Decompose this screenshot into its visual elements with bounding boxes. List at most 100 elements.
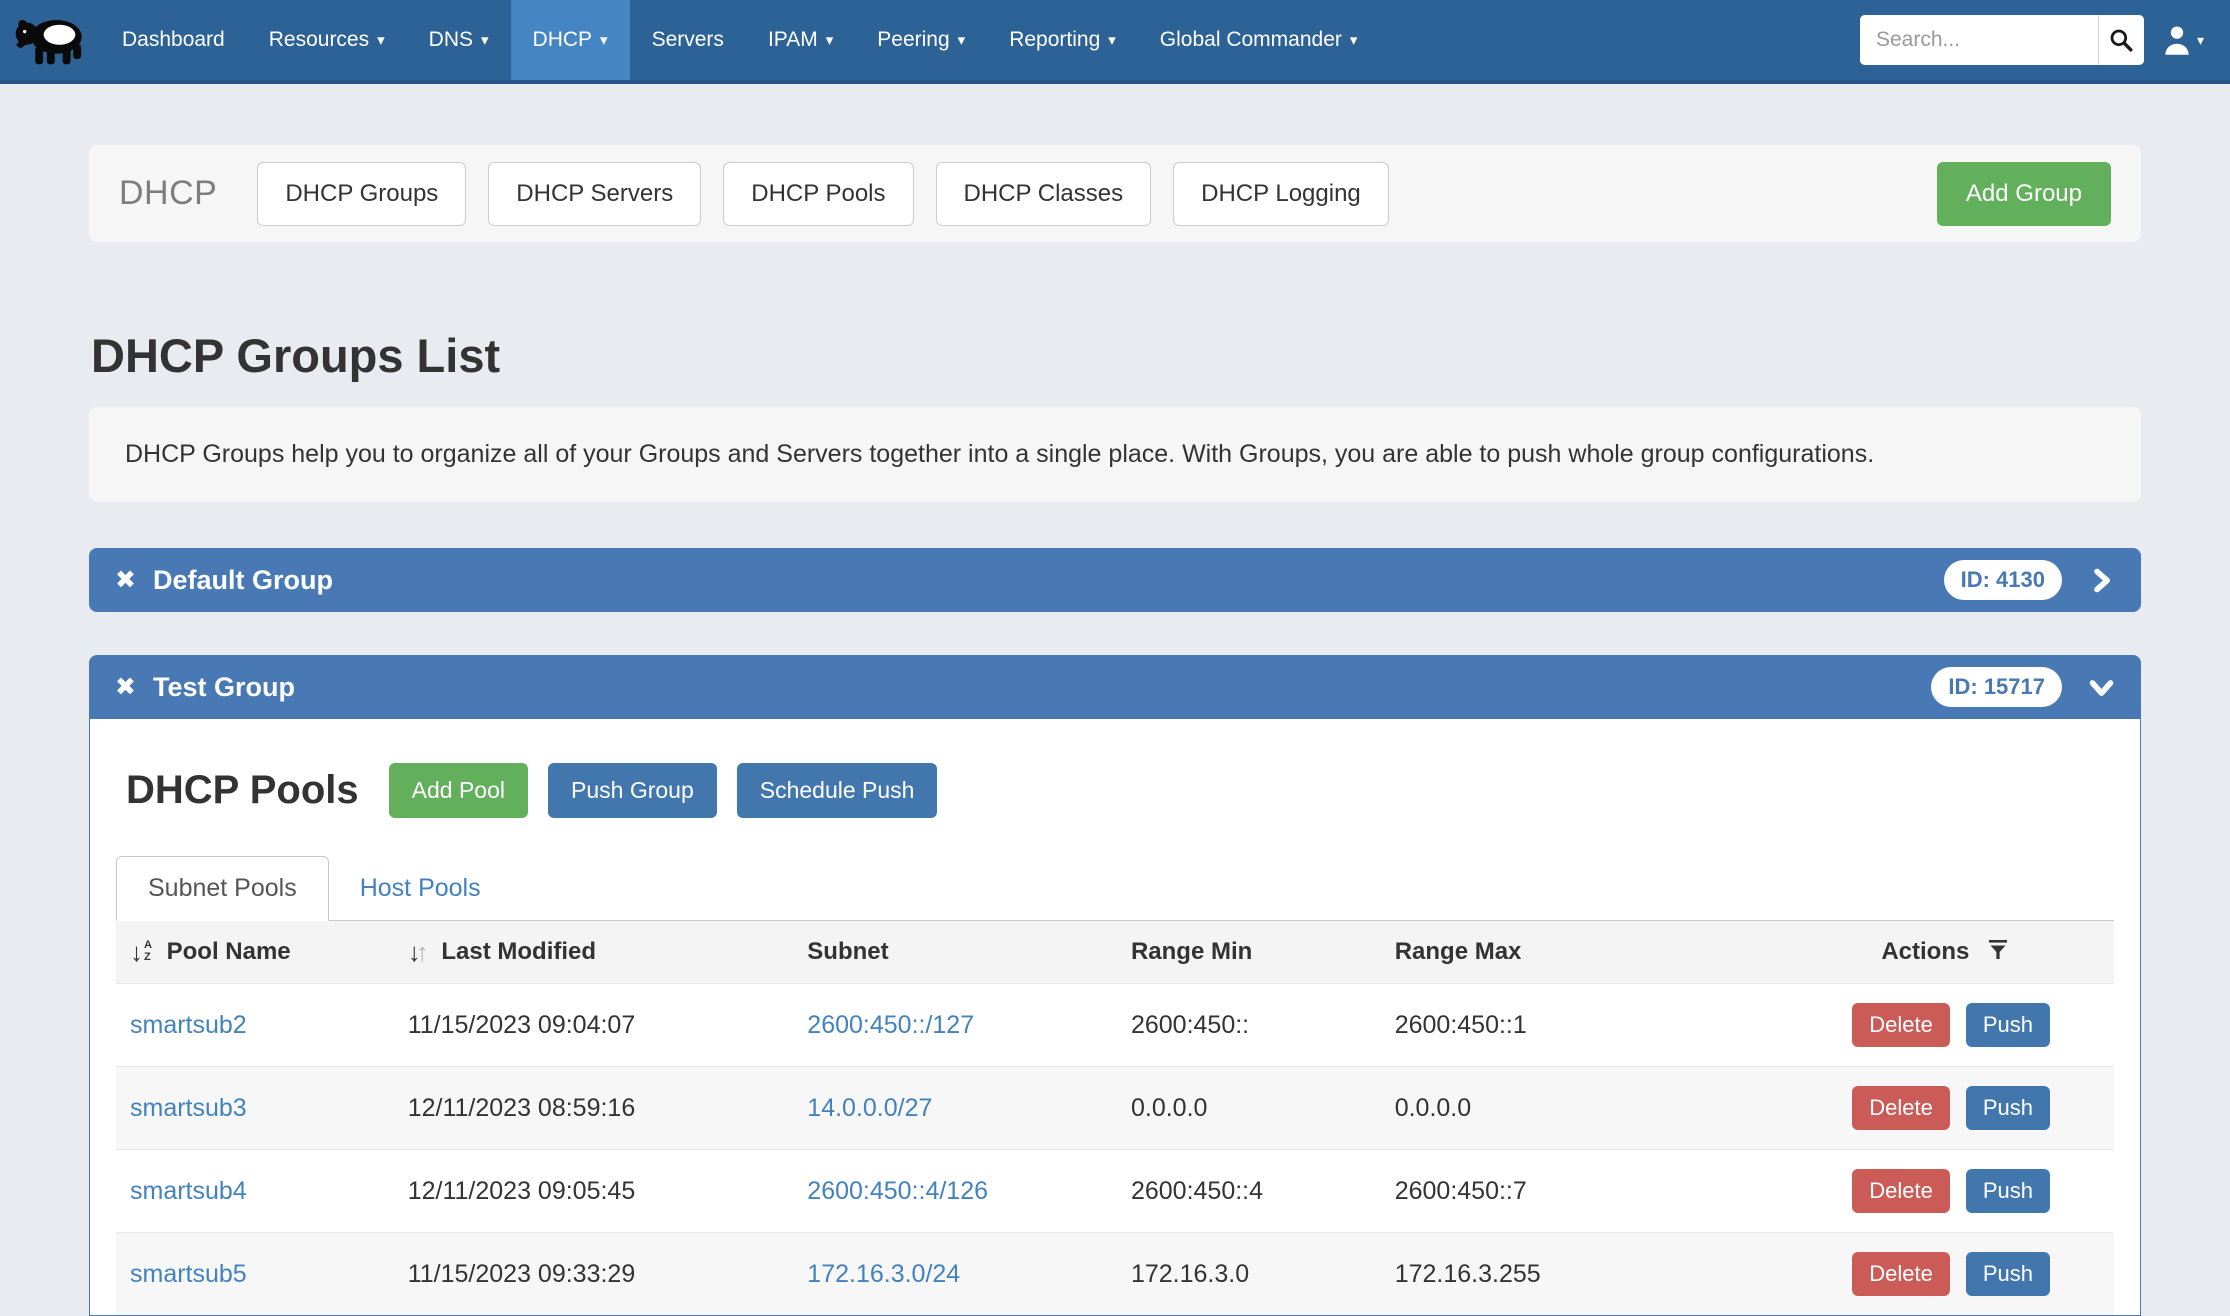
dhcp-subnav: DHCP DHCP GroupsDHCP ServersDHCP PoolsDH… (89, 145, 2141, 242)
expand-group-control[interactable] (2088, 567, 2115, 594)
nav-item-servers[interactable]: Servers (630, 0, 746, 80)
delete-button[interactable]: Delete (1852, 1086, 1950, 1130)
delete-button[interactable]: Delete (1852, 1252, 1950, 1296)
user-menu[interactable]: ▾ (2162, 24, 2204, 56)
nav-item-label: Peering (877, 28, 949, 52)
pools-tabs: Subnet Pools Host Pools (116, 856, 2114, 921)
chevron-down-icon (2088, 674, 2115, 701)
col-last-modified[interactable]: ↓↑ Last Modified (408, 921, 808, 984)
range-max-cell: 2600:450::1 (1395, 984, 1723, 1067)
nav-item-dashboard[interactable]: Dashboard (100, 0, 247, 80)
col-actions: Actions (1722, 921, 2114, 984)
search-input[interactable] (1860, 15, 2098, 65)
push-button[interactable]: Push (1966, 1003, 2050, 1047)
tab-host-pools[interactable]: Host Pools (329, 857, 512, 920)
subnet-link[interactable]: 2600:450::4/126 (807, 1177, 988, 1205)
chevron-down-icon: ▾ (600, 31, 608, 49)
subnav-button-dhcp-logging[interactable]: DHCP Logging (1173, 162, 1389, 226)
nav-item-label: Dashboard (122, 28, 225, 52)
range-max-cell: 2600:450::7 (1395, 1150, 1723, 1233)
subnet-link[interactable]: 14.0.0.0/27 (807, 1094, 932, 1122)
col-label: Pool Name (167, 938, 291, 965)
nav-item-dhcp[interactable]: DHCP ▾ (511, 0, 630, 80)
actions-cell: Delete Push (1722, 984, 2114, 1067)
nav-item-label: IPAM (768, 28, 818, 52)
nav-item-peering[interactable]: Peering ▾ (855, 0, 987, 80)
page-title: DHCP Groups List (91, 328, 2141, 383)
delete-button[interactable]: Delete (1852, 1169, 1950, 1213)
subnet-link[interactable]: 2600:450::/127 (807, 1011, 974, 1039)
actions-cell: Delete Push (1722, 1150, 2114, 1233)
close-icon[interactable]: ✖ (115, 568, 136, 593)
top-nav: Dashboard Resources ▾ DNS ▾ DHCP ▾ Serve… (0, 0, 2230, 84)
search-icon (2108, 27, 2134, 53)
pool-name-link[interactable]: smartsub5 (130, 1260, 247, 1288)
col-range-min: Range Min (1131, 921, 1395, 984)
chevron-down-icon: ▾ (2197, 32, 2204, 49)
nav-item-reporting[interactable]: Reporting ▾ (987, 0, 1138, 80)
nav-item-ipam[interactable]: IPAM ▾ (746, 0, 855, 80)
chevron-down-icon: ▾ (377, 31, 385, 49)
subnav-button-dhcp-pools[interactable]: DHCP Pools (723, 162, 913, 226)
table-row: smartsub3 12/11/2023 08:59:16 14.0.0.0/2… (116, 1067, 2114, 1150)
group-header-default-group[interactable]: ✖ Default Group ID: 4130 (89, 548, 2141, 612)
subnav-button-dhcp-classes[interactable]: DHCP Classes (936, 162, 1152, 226)
nav-item-label: Servers (652, 28, 724, 52)
nav-item-global-commander[interactable]: Global Commander ▾ (1138, 0, 1380, 80)
subnav-button-dhcp-groups[interactable]: DHCP Groups (257, 162, 466, 226)
pool-name-link[interactable]: smartsub4 (130, 1177, 247, 1205)
sort-alpha-asc-icon[interactable]: ↓AZ (130, 939, 152, 965)
dhcp-subnav-label: DHCP (119, 174, 217, 213)
add-group-button[interactable]: Add Group (1937, 162, 2111, 226)
bear-logo[interactable] (0, 0, 100, 80)
nav-item-label: DNS (429, 28, 473, 52)
tab-subnet-pools[interactable]: Subnet Pools (116, 856, 329, 921)
nav-item-resources[interactable]: Resources ▾ (247, 0, 407, 80)
table-header-row: ↓AZ Pool Name ↓↑ Last Modified Subnet Ra… (116, 921, 2114, 984)
group-name: Default Group (153, 565, 333, 596)
table-row: smartsub4 12/11/2023 09:05:45 2600:450::… (116, 1150, 2114, 1233)
pool-name-link[interactable]: smartsub2 (130, 1011, 247, 1039)
filter-icon[interactable] (1986, 938, 2010, 962)
nav-item-label: Resources (269, 28, 369, 52)
range-min-cell: 172.16.3.0 (1131, 1233, 1395, 1316)
nav-menu: Dashboard Resources ▾ DNS ▾ DHCP ▾ Serve… (100, 0, 1379, 80)
group-id-badge: ID: 4130 (1944, 560, 2062, 600)
pools-table: ↓AZ Pool Name ↓↑ Last Modified Subnet Ra… (116, 921, 2114, 1315)
pool-name-link[interactable]: smartsub3 (130, 1094, 247, 1122)
nav-item-label: Global Commander (1160, 28, 1342, 52)
search-group (1860, 15, 2144, 65)
range-min-cell: 0.0.0.0 (1131, 1067, 1395, 1150)
push-button[interactable]: Push (1966, 1169, 2050, 1213)
range-max-cell: 172.16.3.255 (1395, 1233, 1723, 1316)
chevron-down-icon: ▾ (826, 31, 834, 49)
push-button[interactable]: Push (1966, 1252, 2050, 1296)
dhcp-subnav-buttons: DHCP Groups DHCP Servers DHCP Pools DHCP Cl… (257, 162, 1410, 226)
chevron-down-icon: ▾ (1350, 31, 1358, 49)
close-icon[interactable]: ✖ (115, 675, 136, 700)
user-icon (2162, 24, 2192, 56)
table-row: smartsub5 11/15/2023 09:33:29 172.16.3.0… (116, 1233, 2114, 1316)
subnet-link[interactable]: 172.16.3.0/24 (807, 1260, 960, 1288)
delete-button[interactable]: Delete (1852, 1003, 1950, 1047)
search-button[interactable] (2098, 15, 2144, 65)
subnav-button-dhcp-servers[interactable]: DHCP Servers (488, 162, 701, 226)
last-modified-cell: 11/15/2023 09:04:07 (408, 984, 808, 1067)
schedule-push-button[interactable]: Schedule Push (737, 763, 938, 818)
actions-cell: Delete Push (1722, 1233, 2114, 1316)
push-button[interactable]: Push (1966, 1086, 2050, 1130)
collapse-group-control[interactable] (2088, 674, 2115, 701)
col-pool-name[interactable]: ↓AZ Pool Name (116, 921, 408, 984)
range-min-cell: 2600:450::4 (1131, 1150, 1395, 1233)
nav-item-label: Reporting (1009, 28, 1100, 52)
test-group-panel: DHCP Pools Add Pool Push Group Schedule … (89, 719, 2141, 1316)
group-header-test-group[interactable]: ✖ Test Group ID: 15717 (89, 655, 2141, 719)
push-group-button[interactable]: Push Group (548, 763, 717, 818)
bear-icon (12, 10, 88, 70)
chevron-down-icon: ▾ (958, 31, 966, 49)
add-pool-button[interactable]: Add Pool (389, 763, 528, 818)
pools-title: DHCP Pools (126, 768, 359, 813)
last-modified-cell: 12/11/2023 08:59:16 (408, 1067, 808, 1150)
sort-icon[interactable]: ↓↑ (408, 939, 429, 965)
nav-item-dns[interactable]: DNS ▾ (407, 0, 511, 80)
